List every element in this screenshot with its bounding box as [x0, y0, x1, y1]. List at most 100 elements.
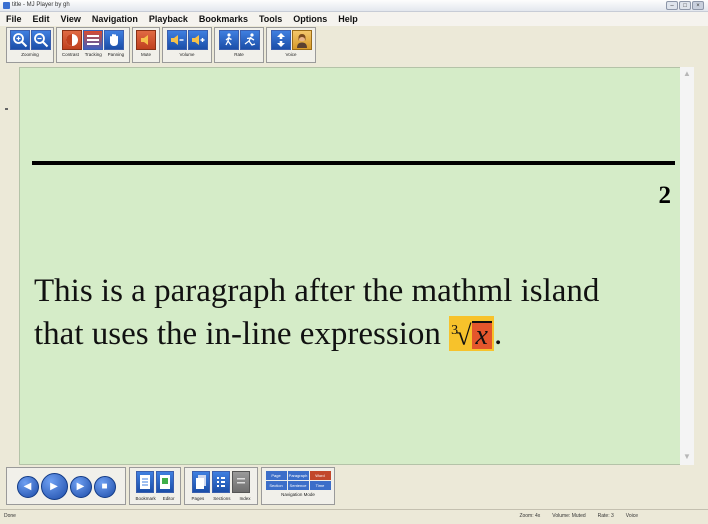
status-rate: Rate: 3	[597, 513, 614, 519]
toolbar: Zooming Contrast Tracking Panning Mute V…	[6, 27, 318, 64]
sections-icon	[217, 477, 225, 487]
maximize-button[interactable]: □	[679, 1, 691, 10]
mute-label: Mute	[140, 52, 151, 57]
menu-help[interactable]: Help	[338, 14, 358, 24]
running-icon	[244, 33, 255, 46]
window-controls: – □ ×	[666, 1, 704, 10]
contrast-button[interactable]	[62, 30, 82, 50]
voice-switch-button[interactable]	[270, 30, 291, 50]
tracking-icon	[87, 35, 99, 45]
previous-icon: ◀	[23, 481, 32, 492]
mode-sentence[interactable]: Sentence	[287, 481, 309, 490]
voice-label: Voice	[285, 52, 297, 57]
volume-down-button[interactable]	[166, 30, 187, 50]
radicand: x	[471, 321, 492, 350]
mode-section[interactable]: Section	[265, 481, 287, 490]
contrast-icon	[66, 34, 78, 46]
index-button[interactable]	[232, 471, 250, 493]
zooming-group: Zooming	[6, 27, 54, 63]
voice-group: Voice	[266, 27, 316, 63]
panning-label: Panning	[107, 52, 125, 57]
editor-icon	[160, 475, 170, 489]
volume-down-icon	[170, 35, 183, 45]
previous-button[interactable]: ◀	[16, 475, 39, 498]
hand-icon	[110, 34, 118, 46]
zoom-in-button[interactable]	[9, 30, 30, 50]
app-icon	[3, 2, 10, 9]
paragraph-line-1: This is a paragraph after the mathml isl…	[34, 273, 600, 309]
volume-label: Volume	[179, 52, 195, 57]
pages-button[interactable]	[192, 471, 210, 493]
minimize-button[interactable]: –	[666, 1, 678, 10]
mode-page[interactable]: Page	[265, 471, 287, 480]
document-view[interactable]: 2 This is a paragraph after the mathml i…	[19, 67, 691, 465]
horizontal-rule	[32, 161, 675, 165]
tracking-label: Tracking	[84, 52, 102, 57]
mute-group: Mute	[132, 27, 160, 63]
volume-up-button[interactable]	[187, 30, 208, 50]
stop-icon: ■	[101, 481, 108, 492]
play-icon: ▶	[50, 481, 58, 492]
sections-label: Sections	[213, 496, 231, 501]
sections-button[interactable]	[212, 471, 230, 493]
bookmark-icon	[140, 475, 150, 489]
editor-button[interactable]	[156, 471, 174, 493]
mute-button[interactable]	[136, 30, 156, 50]
mode-time[interactable]: Time	[309, 481, 331, 490]
menu-navigation[interactable]: Navigation	[92, 14, 138, 24]
stop-button[interactable]: ■	[93, 475, 116, 498]
menu-file[interactable]: File	[6, 14, 22, 24]
radical-sign-icon: √	[456, 320, 472, 351]
vertical-scrollbar[interactable]: ▲ ▼	[680, 67, 694, 465]
trailing-period: .	[493, 316, 503, 352]
pages-label: Pages	[191, 496, 205, 501]
editor-label: Editor	[162, 496, 175, 501]
menu-bookmarks[interactable]: Bookmarks	[199, 14, 248, 24]
tracking-button[interactable]	[83, 30, 103, 50]
pages-icon	[196, 475, 206, 489]
mode-word[interactable]: Word	[309, 471, 331, 480]
side-marker	[5, 108, 8, 110]
title-bar: title - MJ Player by gh – □ ×	[0, 0, 708, 12]
menu-options[interactable]: Options	[293, 14, 327, 24]
next-button[interactable]: ▶	[69, 475, 92, 498]
bookmark-editor-group: Bookmark Editor	[129, 467, 181, 505]
next-icon: ▶	[76, 481, 85, 492]
bookmark-button[interactable]	[136, 471, 154, 493]
zoom-out-button[interactable]	[30, 30, 51, 50]
bottom-toolbar: ◀ ▶ ▶ ■ Bookmark Editor Pages Sections I…	[6, 467, 338, 507]
status-fields: Zoom: 4x Volume: Muted Rate: 3 Voice	[519, 513, 638, 519]
status-bar: Done Zoom: 4x Volume: Muted Rate: 3 Voic…	[0, 509, 708, 524]
menu-tools[interactable]: Tools	[259, 14, 282, 24]
navigation-mode-label: Navigation Mode	[281, 492, 315, 497]
close-button[interactable]: ×	[692, 1, 704, 10]
walking-icon	[224, 33, 232, 46]
volume-up-icon	[191, 35, 204, 45]
menu-view[interactable]: View	[61, 14, 81, 24]
playback-group: ◀ ▶ ▶ ■	[6, 467, 126, 505]
play-button[interactable]: ▶	[40, 473, 68, 500]
volume-group: Volume	[162, 27, 212, 63]
rate-faster-button[interactable]	[239, 30, 260, 50]
voice-avatar-button[interactable]	[291, 30, 312, 50]
contrast-label: Contrast	[61, 52, 79, 57]
scroll-down-icon[interactable]: ▼	[682, 452, 692, 461]
rate-label: Rate	[234, 52, 244, 57]
mode-paragraph[interactable]: Paragraph	[287, 471, 309, 480]
window-title: title - MJ Player by gh	[12, 2, 70, 8]
index-icon	[237, 478, 245, 484]
equation-number: 2	[658, 182, 672, 209]
inline-math-highlight[interactable]: 3√ x	[449, 315, 494, 351]
display-group: Contrast Tracking Panning	[56, 27, 130, 63]
rate-slower-button[interactable]	[218, 30, 239, 50]
menu-playback[interactable]: Playback	[149, 14, 188, 24]
panning-button[interactable]	[104, 30, 124, 50]
zoom-in-icon	[12, 33, 27, 48]
up-down-arrows-icon	[276, 33, 285, 47]
menu-edit[interactable]: Edit	[33, 14, 50, 24]
bookmark-label: Bookmark	[135, 496, 156, 501]
zoom-out-icon	[33, 33, 48, 48]
paragraph-line-2: that uses the in-line expression	[34, 316, 441, 352]
scroll-up-icon[interactable]: ▲	[682, 69, 692, 78]
status-text: Done	[4, 513, 16, 519]
